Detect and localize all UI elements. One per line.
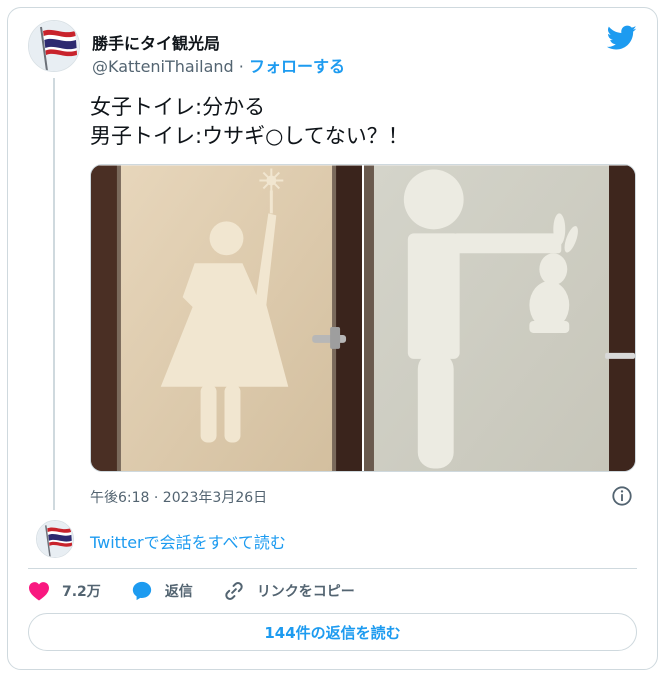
thai-flag-avatar-image [29, 21, 79, 71]
reply-author-avatar[interactable] [36, 520, 74, 558]
info-icon[interactable] [611, 485, 633, 507]
heart-icon [29, 582, 49, 601]
speech-bubble-icon [132, 581, 151, 601]
tweet-text-line-1: 女子トイレ:分かる [90, 95, 266, 119]
handle-separator: · [238, 57, 244, 76]
follow-button[interactable]: フォローする [249, 57, 345, 76]
reply-label: 返信 [164, 584, 193, 600]
link-icon [225, 582, 243, 600]
author-avatar[interactable] [28, 20, 80, 72]
copy-link-button[interactable]: リンクをコピー [223, 580, 355, 602]
read-conversation-link[interactable]: Twitterで会話をすべて読む [90, 529, 286, 553]
womens-restroom-sign-photo[interactable] [91, 165, 362, 472]
tweet-timestamp[interactable]: 午後6:18 · 2023年3月26日 [90, 487, 267, 507]
action-bar: 7.2万 返信 リンクをコピー [28, 579, 385, 603]
like-button[interactable]: 7.2万 [28, 581, 101, 601]
read-replies-button[interactable]: 144件の返信を読む [28, 613, 637, 651]
reply-button[interactable]: 返信 [131, 580, 193, 602]
like-count: 7.2万 [62, 584, 101, 600]
tweet-text: 女子トイレ:分かる 男子トイレ:ウサギ○してない？！ [90, 93, 409, 151]
tweet-media[interactable] [90, 164, 636, 472]
mens-restroom-sign-photo[interactable] [364, 165, 635, 472]
author-handle-row: @KatteniThailand · フォローする [92, 53, 345, 77]
tweet-text-line-2: 男子トイレ:ウサギ○してない？！ [90, 124, 409, 148]
thread-line [53, 78, 55, 510]
author-handle[interactable]: @KatteniThailand [92, 57, 234, 76]
tweet-card: 勝手にタイ観光局 @KatteniThailand · フォローする 女子トイレ… [7, 7, 658, 670]
twitter-bird-icon[interactable] [607, 25, 637, 51]
thai-flag-avatar-image [37, 521, 73, 557]
copy-link-label: リンクをコピー [256, 584, 355, 600]
divider [28, 568, 637, 569]
author-display-name[interactable]: 勝手にタイ観光局 [92, 30, 220, 54]
